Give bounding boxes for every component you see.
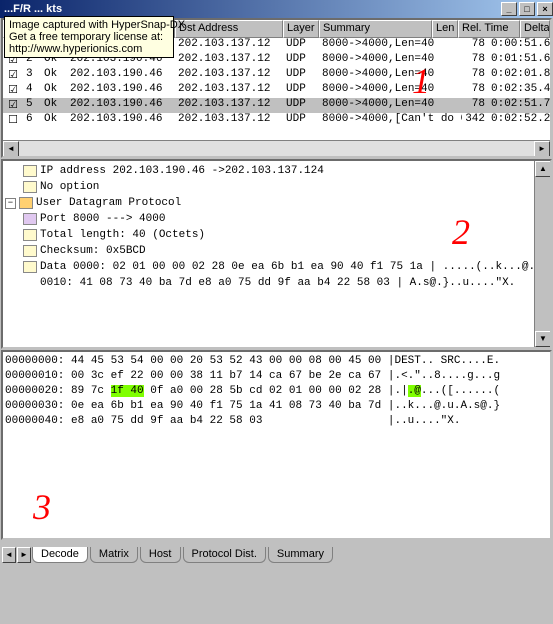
tab-decode[interactable]: Decode	[32, 547, 88, 563]
row-checkbox[interactable]: ☐	[3, 113, 23, 128]
capture-tooltip: Image captured with HyperSnap-DX Get a f…	[4, 16, 174, 58]
tab-next-icon[interactable]: ►	[17, 547, 31, 563]
packet-row[interactable]: ☑5Ok202.103.190.46202.103.137.12UDP8000-…	[3, 98, 550, 113]
tab-matrix[interactable]: Matrix	[90, 547, 138, 563]
port-icon	[23, 213, 37, 225]
hex-content[interactable]: 00000000: 44 45 53 54 00 00 20 53 52 43 …	[3, 352, 550, 431]
tree-checksum[interactable]: Checksum: 0x5BCD	[5, 243, 548, 259]
h-scrollbar[interactable]: ◄ ►	[3, 140, 550, 156]
doc-icon	[23, 181, 37, 193]
row-checkbox[interactable]: ☑	[3, 83, 23, 98]
col-dst[interactable]: Dst Address	[175, 20, 283, 38]
scroll-right-icon[interactable]: ►	[534, 141, 550, 157]
tree-port[interactable]: Port 8000 ---> 4000	[5, 211, 548, 227]
row-checkbox[interactable]: ☑	[3, 98, 23, 113]
doc-icon	[23, 245, 37, 257]
scroll-down-icon[interactable]: ▼	[535, 331, 551, 347]
packet-row[interactable]: ☑3Ok202.103.190.46202.103.137.12UDP8000-…	[3, 68, 550, 83]
tooltip-line: Get a free temporary license at:	[9, 31, 169, 43]
tree-total-length[interactable]: Total length: 40 (Octets)	[5, 227, 548, 243]
window-title: ...F/R ... kts	[4, 3, 499, 15]
doc-icon	[23, 229, 37, 241]
col-layer[interactable]: Layer	[283, 20, 319, 38]
close-button[interactable]: ×	[537, 2, 553, 16]
col-len[interactable]: Len	[432, 20, 458, 38]
collapse-icon[interactable]: −	[5, 198, 16, 209]
scroll-left-icon[interactable]: ◄	[3, 141, 19, 157]
hex-highlight: .@	[408, 385, 421, 397]
packet-row[interactable]: ☑4Ok202.103.190.46202.103.137.12UDP8000-…	[3, 83, 550, 98]
minimize-button[interactable]: _	[501, 2, 517, 16]
protocol-tree-pane: IP address 202.103.190.46 ->202.103.137.…	[1, 159, 552, 349]
hex-dump-pane: 00000000: 44 45 53 54 00 00 20 53 52 43 …	[1, 350, 552, 540]
tree-udp[interactable]: −User Datagram Protocol	[5, 195, 548, 211]
tree-ip-address[interactable]: IP address 202.103.190.46 ->202.103.137.…	[5, 163, 548, 179]
doc-icon	[23, 261, 37, 273]
packet-row[interactable]: ☐6Ok202.103.190.46202.103.137.12UDP8000-…	[3, 113, 550, 128]
tab-prev-icon[interactable]: ◄	[2, 547, 16, 563]
row-checkbox[interactable]: ☑	[3, 68, 23, 83]
hex-highlight: 1f 40	[111, 385, 144, 397]
doc-icon	[23, 165, 37, 177]
tab-host[interactable]: Host	[140, 547, 181, 563]
v-scrollbar[interactable]: ▲ ▼	[534, 161, 550, 347]
tab-summary[interactable]: Summary	[268, 547, 333, 563]
tree-data-0[interactable]: Data 0000: 02 01 00 00 02 28 0e ea 6b b1…	[5, 259, 548, 275]
maximize-button[interactable]: □	[519, 2, 535, 16]
tab-bar: ◄ ► Decode Matrix Host Protocol Dist. Su…	[0, 541, 553, 563]
col-reltime[interactable]: Rel. Time	[458, 20, 520, 38]
tree-data-1[interactable]: 0010: 41 08 73 40 ba 7d e8 a0 75 dd 9f a…	[5, 275, 548, 291]
annotation-3: 3	[33, 486, 51, 528]
scroll-up-icon[interactable]: ▲	[535, 161, 551, 177]
tooltip-line: http://www.hyperionics.com	[9, 43, 169, 55]
tab-protocol-dist[interactable]: Protocol Dist.	[183, 547, 266, 563]
col-summary[interactable]: Summary	[319, 20, 432, 38]
protocol-icon	[19, 197, 33, 209]
tooltip-line: Image captured with HyperSnap-DX	[9, 19, 169, 31]
tree-no-option[interactable]: No option	[5, 179, 548, 195]
col-delta[interactable]: Delta	[520, 20, 550, 38]
